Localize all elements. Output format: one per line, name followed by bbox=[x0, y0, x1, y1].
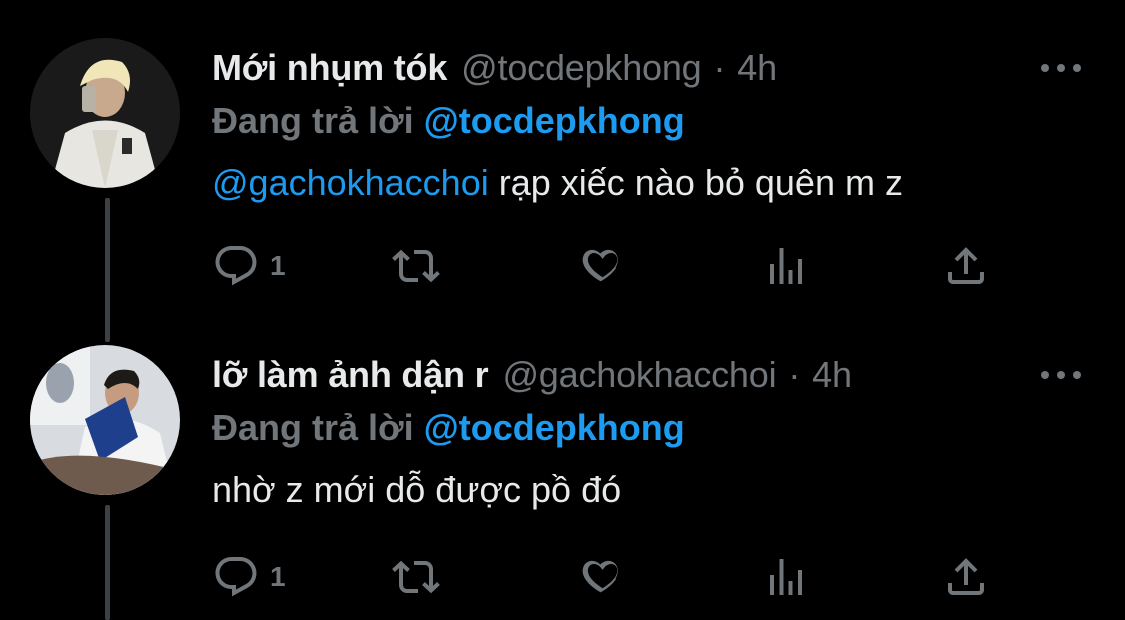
tweet-header: lỡ làm ảnh dận r @gachokhacchoi · 4h bbox=[212, 345, 852, 405]
user-handle[interactable]: @gachokhacchoi bbox=[502, 354, 776, 396]
display-name[interactable]: lỡ làm ảnh dận r bbox=[212, 354, 489, 396]
tweet-text-content: rạp xiếc nào bỏ quên m z bbox=[488, 162, 903, 203]
analytics-icon bbox=[770, 559, 802, 595]
like-button[interactable] bbox=[578, 238, 626, 294]
action-bar: 1 bbox=[212, 238, 1012, 294]
timestamp[interactable]: 4h bbox=[737, 47, 777, 89]
analytics-button[interactable] bbox=[762, 549, 810, 605]
display-name[interactable]: Mới nhụm tók bbox=[212, 47, 447, 89]
avatar-image bbox=[30, 38, 180, 188]
more-icon[interactable] bbox=[1041, 367, 1081, 383]
more-icon[interactable] bbox=[1041, 60, 1081, 76]
tweet-text: nhờ z mới dỗ được pồ đó bbox=[212, 469, 621, 511]
tweet-header: Mới nhụm tók @tocdepkhong · 4h bbox=[212, 38, 777, 98]
replying-to-mention[interactable]: @tocdepkhong bbox=[424, 407, 685, 448]
analytics-button[interactable] bbox=[762, 238, 810, 294]
replying-label: Đang trả lời bbox=[212, 407, 414, 448]
replying-to-line: Đang trả lời @tocdepkhong bbox=[212, 100, 685, 142]
reply-thread: Mới nhụm tók @tocdepkhong · 4h Đang trả … bbox=[0, 0, 1125, 620]
like-icon bbox=[582, 249, 618, 282]
tweet-text-content: nhờ z mới dỗ được pồ đó bbox=[212, 469, 622, 510]
retweet-button[interactable] bbox=[392, 238, 440, 294]
reply-count: 1 bbox=[270, 250, 286, 281]
action-bar: 1 bbox=[212, 549, 1012, 605]
avatar-image bbox=[30, 345, 180, 495]
replying-to-line: Đang trả lời @tocdepkhong bbox=[212, 407, 685, 449]
tweet-text: @gachokhacchoi rạp xiếc nào bỏ quên m z bbox=[212, 162, 903, 204]
tweet[interactable]: lỡ làm ảnh dận r @gachokhacchoi · 4h Đan… bbox=[0, 345, 1125, 620]
user-handle[interactable]: @tocdepkhong bbox=[461, 47, 702, 89]
replying-to-mention[interactable]: @tocdepkhong bbox=[424, 100, 685, 141]
retweet-button[interactable] bbox=[392, 549, 440, 605]
text-mention[interactable]: @gachokhacchoi bbox=[212, 162, 489, 203]
retweet-icon bbox=[392, 249, 440, 283]
replying-label: Đang trả lời bbox=[212, 100, 414, 141]
reply-count: 1 bbox=[270, 561, 286, 592]
like-button[interactable] bbox=[578, 549, 626, 605]
reply-icon bbox=[215, 246, 257, 286]
retweet-icon bbox=[392, 560, 440, 594]
share-button[interactable] bbox=[942, 238, 990, 294]
reply-button[interactable]: 1 bbox=[212, 549, 286, 605]
like-icon bbox=[582, 560, 618, 593]
share-button[interactable] bbox=[942, 549, 990, 605]
separator-dot: · bbox=[788, 354, 801, 395]
separator-dot: · bbox=[713, 47, 726, 88]
tweet[interactable]: Mới nhụm tók @tocdepkhong · 4h Đang trả … bbox=[0, 38, 1125, 328]
reply-button[interactable]: 1 bbox=[212, 238, 286, 294]
timestamp[interactable]: 4h bbox=[812, 354, 852, 396]
avatar[interactable] bbox=[30, 345, 180, 495]
reply-icon bbox=[215, 557, 257, 597]
analytics-icon bbox=[770, 248, 802, 284]
avatar[interactable] bbox=[30, 38, 180, 188]
share-icon bbox=[948, 247, 984, 284]
share-icon bbox=[948, 558, 984, 595]
